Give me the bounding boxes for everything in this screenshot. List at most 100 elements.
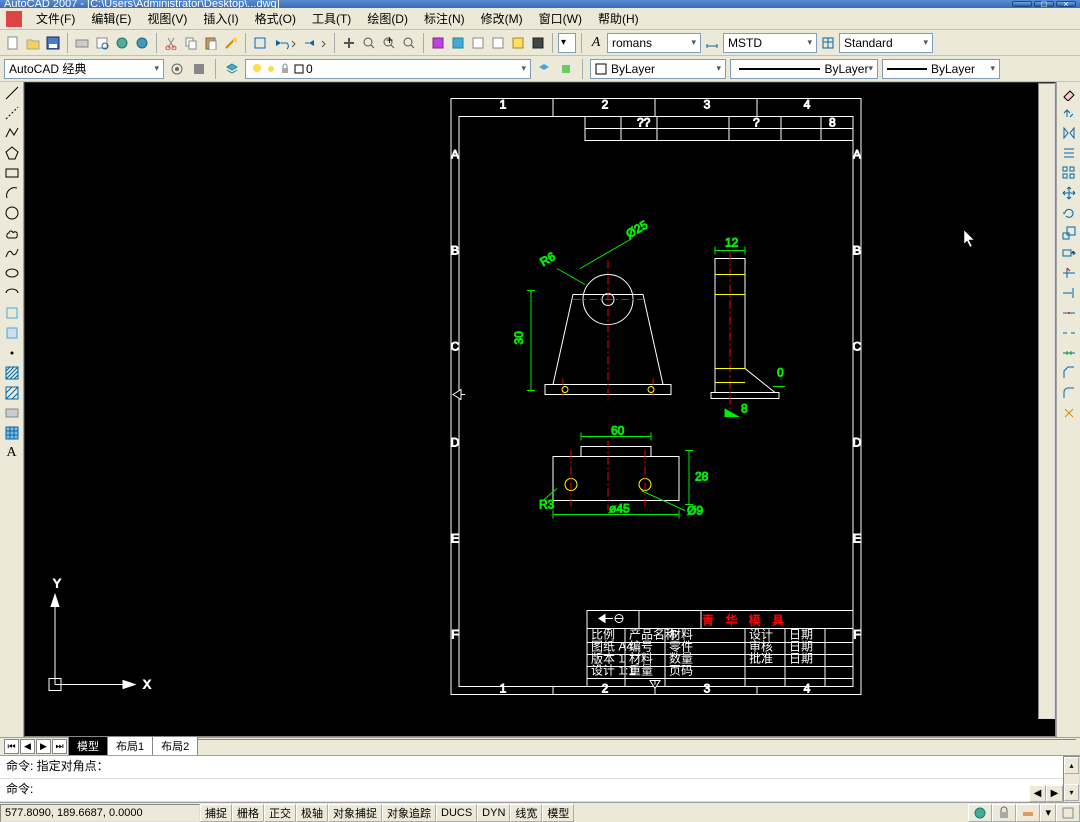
- tray-lock[interactable]: [992, 804, 1016, 822]
- point-tool[interactable]: [3, 344, 21, 362]
- status-polar[interactable]: 极轴: [296, 804, 328, 822]
- polyline-tool[interactable]: [3, 124, 21, 142]
- zoom-window-button[interactable]: +: [380, 34, 398, 52]
- match-properties-button[interactable]: [222, 34, 240, 52]
- status-ducs[interactable]: DUCS: [436, 804, 477, 822]
- scroll-up-button[interactable]: ▴: [1064, 757, 1079, 774]
- stretch-tool[interactable]: [1060, 244, 1078, 262]
- dimstyle-selector[interactable]: MSTD▾: [723, 33, 817, 53]
- chamfer-tool[interactable]: [1060, 364, 1078, 382]
- copy-tool[interactable]: [1060, 104, 1078, 122]
- tablestyle-selector[interactable]: Standard▾: [839, 33, 933, 53]
- status-snap[interactable]: 捕捉: [200, 804, 232, 822]
- design-center-button[interactable]: [449, 34, 467, 52]
- status-model[interactable]: 模型: [542, 804, 574, 822]
- menu-file[interactable]: 文件(F): [28, 8, 83, 29]
- cmd-prev[interactable]: ◀: [1029, 785, 1046, 802]
- zoom-previous-button[interactable]: [400, 34, 418, 52]
- menu-dimension[interactable]: 标注(N): [416, 8, 473, 29]
- copy-button[interactable]: [182, 34, 200, 52]
- mtext-tool[interactable]: A: [3, 444, 21, 462]
- revision-cloud-tool[interactable]: [3, 224, 21, 242]
- insert-block-tool[interactable]: [3, 304, 21, 322]
- spline-tool[interactable]: [3, 244, 21, 262]
- tab-layout1[interactable]: 布局1: [107, 737, 153, 756]
- color-selector[interactable]: ByLayer▾: [590, 59, 726, 79]
- menu-edit[interactable]: 编辑(E): [83, 8, 139, 29]
- textstyle-selector[interactable]: romans▾: [607, 33, 701, 53]
- mirror-tool[interactable]: [1060, 124, 1078, 142]
- sheet-set-button[interactable]: [489, 34, 507, 52]
- layer-states-button[interactable]: [557, 60, 575, 78]
- block-editor-button[interactable]: [251, 34, 269, 52]
- cmd-next[interactable]: ▶: [1046, 785, 1063, 802]
- workspace-settings-button[interactable]: [168, 60, 186, 78]
- workspace-selector[interactable]: AutoCAD 经典▾: [4, 59, 164, 79]
- linetype-selector[interactable]: ByLayer▾: [730, 59, 878, 79]
- join-tool[interactable]: [1060, 344, 1078, 362]
- table-tool[interactable]: [3, 424, 21, 442]
- menu-window[interactable]: 窗口(W): [531, 8, 590, 29]
- layer-previous-button[interactable]: [535, 60, 553, 78]
- minimize-button[interactable]: _: [1012, 1, 1032, 7]
- status-otrack[interactable]: 对象追踪: [382, 804, 436, 822]
- close-button[interactable]: ×: [1056, 1, 1076, 7]
- arc-tool[interactable]: [3, 184, 21, 202]
- construction-line-tool[interactable]: [3, 104, 21, 122]
- zoom-realtime-button[interactable]: [360, 34, 378, 52]
- rectangle-tool[interactable]: [3, 164, 21, 182]
- ellipse-tool[interactable]: [3, 264, 21, 282]
- trim-tool[interactable]: [1060, 264, 1078, 282]
- new-button[interactable]: [4, 34, 22, 52]
- coordinates-display[interactable]: 577.8090, 189.6687, 0.0000: [0, 804, 200, 822]
- markup-button[interactable]: [509, 34, 527, 52]
- tab-last[interactable]: ⏭: [52, 739, 67, 754]
- hatch-tool[interactable]: [3, 364, 21, 382]
- layer-selector[interactable]: 0 ▾: [245, 59, 531, 79]
- make-block-tool[interactable]: [3, 324, 21, 342]
- lineweight-selector[interactable]: ByLayer▾: [882, 59, 1000, 79]
- drawing-canvas[interactable]: Y X 1 2 3 4 1 2 3 4: [24, 82, 1056, 737]
- erase-tool[interactable]: [1060, 84, 1078, 102]
- menu-view[interactable]: 视图(V): [139, 8, 195, 29]
- tab-prev[interactable]: ◀: [20, 739, 35, 754]
- tray-comm[interactable]: [968, 804, 992, 822]
- tab-model[interactable]: 模型: [68, 737, 108, 756]
- 3dwf-button[interactable]: [133, 34, 151, 52]
- menu-draw[interactable]: 绘图(D): [359, 8, 416, 29]
- polygon-tool[interactable]: [3, 144, 21, 162]
- status-dyn[interactable]: DYN: [477, 804, 510, 822]
- tray-clean[interactable]: [1056, 804, 1080, 822]
- textstyle-button[interactable]: A: [587, 34, 605, 52]
- plot-preview-button[interactable]: [93, 34, 111, 52]
- line-tool[interactable]: [3, 84, 21, 102]
- scale-tool[interactable]: [1060, 224, 1078, 242]
- menu-tools[interactable]: 工具(T): [304, 8, 359, 29]
- maximize-button[interactable]: □: [1034, 1, 1054, 7]
- command-input[interactable]: 命令:: [0, 779, 1080, 802]
- menu-insert[interactable]: 插入(I): [195, 8, 246, 29]
- break-at-point-tool[interactable]: [1060, 304, 1078, 322]
- tab-first[interactable]: ⏮: [4, 739, 19, 754]
- open-button[interactable]: [24, 34, 42, 52]
- properties-button[interactable]: [429, 34, 447, 52]
- command-window[interactable]: 命令: 指定对角点： 命令: ▴ ▾ ◀ ▶: [0, 755, 1080, 802]
- pan-button[interactable]: [340, 34, 358, 52]
- tool-palettes-button[interactable]: [469, 34, 487, 52]
- rotate-tool[interactable]: [1060, 204, 1078, 222]
- paste-button[interactable]: [202, 34, 220, 52]
- save-button[interactable]: [44, 34, 62, 52]
- gradient-tool[interactable]: [3, 384, 21, 402]
- publish-button[interactable]: [113, 34, 131, 52]
- canvas-scrollbar-vertical[interactable]: [1038, 83, 1055, 719]
- dimstyle-button[interactable]: [703, 34, 721, 52]
- status-osnap[interactable]: 对象捕捉: [328, 804, 382, 822]
- tray-toolbar[interactable]: ▾: [1040, 804, 1056, 822]
- quickcalc-button[interactable]: [529, 34, 547, 52]
- offset-tool[interactable]: [1060, 144, 1078, 162]
- redo-button[interactable]: [301, 34, 329, 52]
- break-tool[interactable]: [1060, 324, 1078, 342]
- undo-button[interactable]: [271, 34, 299, 52]
- tab-layout2[interactable]: 布局2: [152, 737, 198, 756]
- scroll-down-button[interactable]: ▾: [1064, 784, 1079, 801]
